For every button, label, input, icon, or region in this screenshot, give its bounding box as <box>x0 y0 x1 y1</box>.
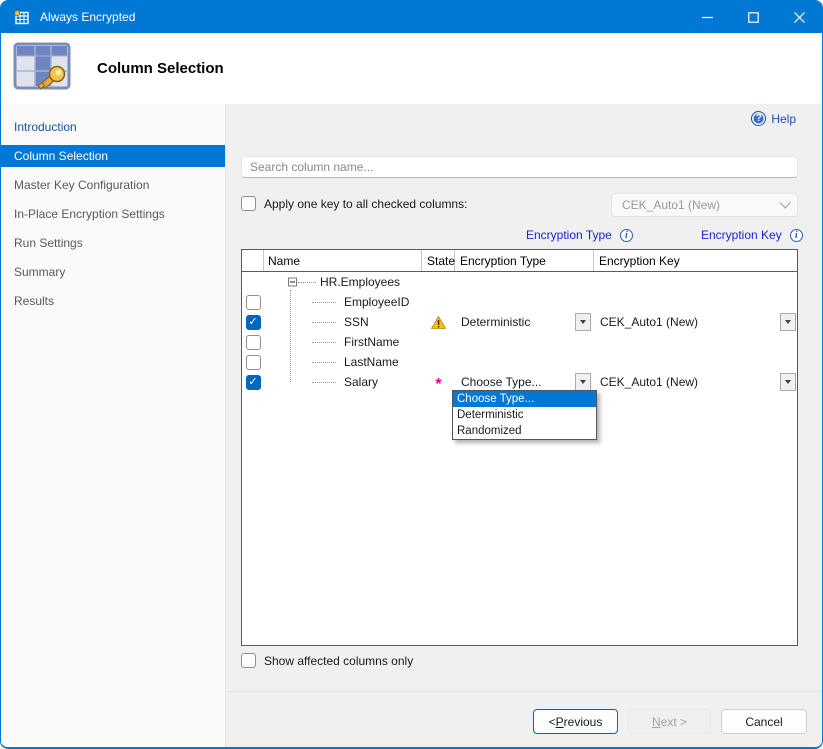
encryption-key-link[interactable]: Encryption Key i <box>701 228 803 242</box>
row-checkbox[interactable] <box>246 355 261 370</box>
apply-one-key-checkbox[interactable] <box>241 196 256 211</box>
sidebar-item-run-settings: Run Settings <box>1 232 225 254</box>
page-title: Column Selection <box>97 60 224 77</box>
dropdown-arrow-icon <box>580 320 586 324</box>
show-affected-row: Show affected columns only <box>241 653 413 668</box>
grid-header-encryption-type: Encryption Type <box>455 250 594 271</box>
encryption-key-value: CEK_Auto1 (New) <box>594 375 698 389</box>
dropdown-arrow-icon <box>580 380 586 384</box>
columns-grid: Name State Encryption Type Encryption Ke… <box>241 249 798 646</box>
encryption-type-value: Deterministic <box>455 315 530 329</box>
sidebar-item-summary: Summary <box>1 261 225 283</box>
grid-header-encryption-key: Encryption Key <box>594 250 797 271</box>
help-link[interactable]: ? Help <box>751 111 796 126</box>
sidebar-item-column-selection[interactable]: Column Selection <box>1 145 225 167</box>
table-row: ✓ Salary * Choose Type... CEK_Auto1 (New… <box>242 372 797 392</box>
sidebar-item-introduction[interactable]: Introduction <box>1 116 225 138</box>
encryption-key-dropdown-button[interactable] <box>780 373 796 391</box>
help-icon: ? <box>751 111 766 126</box>
window-title: Always Encrypted <box>40 10 135 24</box>
always-encrypted-wizard-window: Always Encrypted <box>0 0 823 749</box>
encryption-type-link-label: Encryption Type <box>526 228 612 242</box>
column-header-links: Encryption Type i Encryption Key i <box>226 228 822 244</box>
previous-button[interactable]: < Previous <box>533 709 618 734</box>
titlebar: Always Encrypted <box>1 1 822 33</box>
apply-key-combobox: CEK_Auto1 (New) <box>611 193 798 217</box>
tree-stub <box>298 282 316 283</box>
search-input[interactable] <box>241 156 798 178</box>
main-panel: ? Help Apply one key to all checked colu… <box>226 104 822 749</box>
next-button[interactable]: Next > <box>628 709 711 734</box>
warning-icon <box>431 316 446 329</box>
row-checkbox[interactable] <box>246 335 261 350</box>
table-name: HR.Employees <box>264 275 400 289</box>
cancel-button[interactable]: Cancel <box>721 709 807 734</box>
grid-header: Name State Encryption Type Encryption Ke… <box>242 250 797 272</box>
app-icon <box>13 9 30 26</box>
encryption-type-dropdown-button[interactable] <box>575 373 591 391</box>
maximize-button[interactable] <box>730 1 776 33</box>
row-checkbox[interactable] <box>246 295 261 310</box>
dropdown-option-randomized[interactable]: Randomized <box>453 423 596 439</box>
sidebar-item-master-key-configuration: Master Key Configuration <box>1 174 225 196</box>
apply-key-combobox-value: CEK_Auto1 (New) <box>622 198 720 212</box>
minimize-icon <box>702 12 713 23</box>
tree-line <box>290 290 291 382</box>
row-checkbox[interactable]: ✓ <box>246 375 261 390</box>
row-checkbox[interactable]: ✓ <box>246 315 261 330</box>
show-affected-label: Show affected columns only <box>264 654 413 668</box>
table-row: ✓ SSN Deterministic CEK_Aut <box>242 312 797 332</box>
table-row: LastName <box>242 352 797 372</box>
encryption-type-value: Choose Type... <box>455 375 542 389</box>
minimize-button[interactable] <box>684 1 730 33</box>
column-name: EmployeeID <box>264 295 409 309</box>
table-row: FirstName <box>242 332 797 352</box>
footer: < Previous Next > Cancel <box>226 691 822 749</box>
encryption-type-dropdown-list: Choose Type... Deterministic Randomized <box>452 390 597 440</box>
apply-one-key-row: Apply one key to all checked columns: <box>241 196 467 211</box>
collapse-expander-icon[interactable] <box>288 278 297 287</box>
dropdown-arrow-icon <box>785 320 791 324</box>
wizard-steps-sidebar: Introduction Column Selection Master Key… <box>1 104 226 749</box>
required-icon: * <box>435 380 441 390</box>
maximize-icon <box>748 12 759 23</box>
grid-header-checkbox-column <box>242 250 264 271</box>
close-icon <box>794 12 805 23</box>
encryption-key-value: CEK_Auto1 (New) <box>594 315 698 329</box>
dropdown-arrow-icon <box>785 380 791 384</box>
table-row: HR.Employees <box>242 272 797 292</box>
table-key-icon <box>13 42 75 96</box>
dropdown-option-deterministic[interactable]: Deterministic <box>453 407 596 423</box>
encryption-type-dropdown-button[interactable] <box>575 313 591 331</box>
help-label: Help <box>771 112 796 126</box>
encryption-key-dropdown-button[interactable] <box>780 313 796 331</box>
chevron-down-icon <box>779 197 790 208</box>
apply-one-key-label: Apply one key to all checked columns: <box>264 197 467 211</box>
close-button[interactable] <box>776 1 822 33</box>
page-header: Column Selection <box>1 33 822 104</box>
grid-header-state: State <box>422 250 455 271</box>
dropdown-option-choose-type[interactable]: Choose Type... <box>453 391 596 407</box>
sidebar-item-results: Results <box>1 290 225 312</box>
sidebar-item-in-place-encryption-settings: In-Place Encryption Settings <box>1 203 225 225</box>
encryption-type-link[interactable]: Encryption Type i <box>526 228 633 242</box>
table-row: EmployeeID <box>242 292 797 312</box>
info-icon[interactable]: i <box>790 229 803 242</box>
grid-header-name: Name <box>264 250 422 271</box>
encryption-key-link-label: Encryption Key <box>701 228 782 242</box>
info-icon[interactable]: i <box>620 229 633 242</box>
show-affected-checkbox[interactable] <box>241 653 256 668</box>
